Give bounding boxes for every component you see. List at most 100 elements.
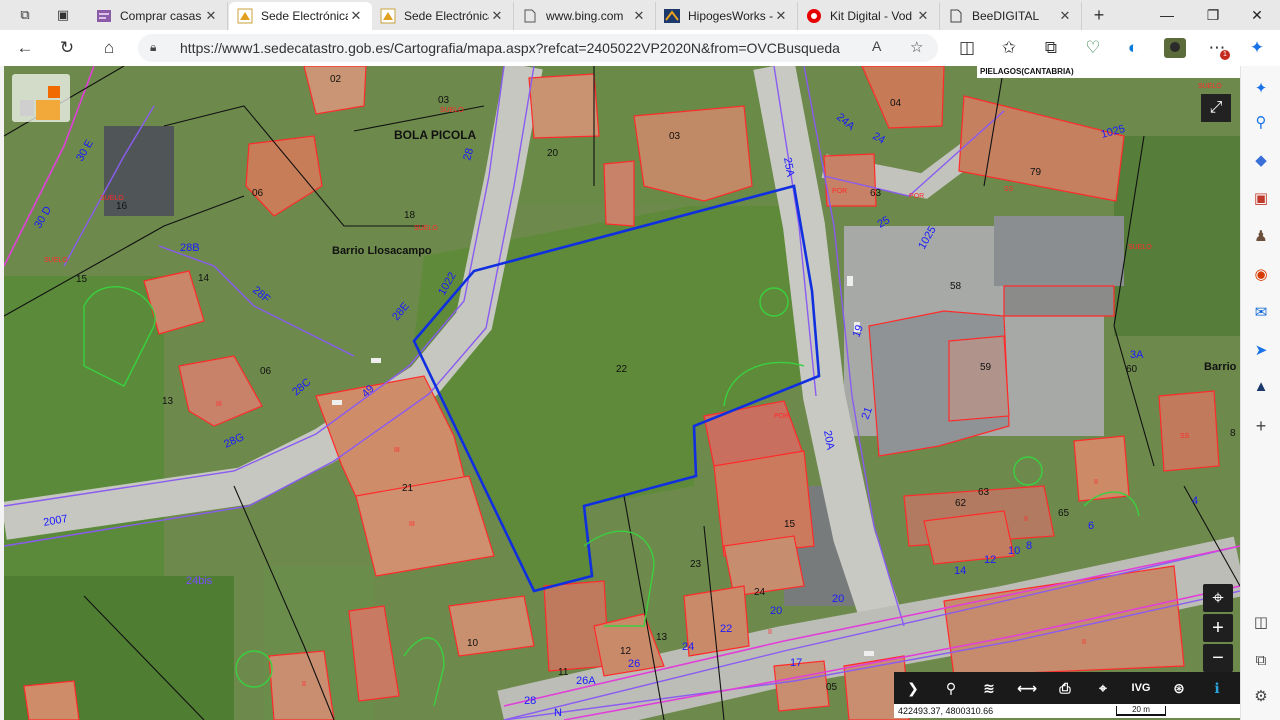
street-number-17: 17 [790, 657, 802, 669]
profile-avatar[interactable] [1162, 36, 1188, 60]
collapse-toolbar-button[interactable]: ❯ [894, 672, 932, 704]
parcel-number-8: 8 [1230, 428, 1236, 439]
restore-button[interactable]: ❐ [1190, 0, 1236, 30]
outlook-icon[interactable]: ✉ [1247, 298, 1275, 326]
tab-title: Sede Electrónica [404, 9, 489, 23]
minimize-button[interactable]: — [1144, 0, 1190, 30]
split-screen-icon[interactable]: ◫ [954, 36, 980, 60]
close-window-button[interactable]: ✕ [1234, 0, 1280, 30]
bike-button[interactable]: ⊛ [1160, 672, 1198, 704]
office-icon[interactable]: ◉ [1247, 260, 1275, 288]
shopping-tag-icon[interactable]: ◆ [1247, 146, 1275, 174]
close-tab-icon[interactable]: ✕ [348, 8, 364, 24]
browser-essentials-icon[interactable]: ♡ [1080, 36, 1106, 60]
tab-kit-digital[interactable]: Kit Digital - Vod ✕ [798, 2, 940, 30]
tab-title: Comprar casas e [120, 9, 203, 23]
close-tab-icon[interactable]: ✕ [631, 8, 647, 24]
map-canvas[interactable]: BOLA PICOLA Barrio Llosacampo Barrio 22 … [4, 66, 1240, 720]
tab-beedigital[interactable]: BeeDIGITAL ✕ [940, 2, 1082, 30]
zoom-out-button[interactable]: − [1203, 644, 1233, 672]
fullscreen-button[interactable]: ⤢ [1201, 94, 1231, 122]
parcel-number-10: 10 [467, 638, 479, 649]
tab-comprar-casas[interactable]: Comprar casas e ✕ [88, 2, 228, 30]
home-button[interactable]: ⌂ [96, 36, 122, 60]
games-chess-icon[interactable]: ♟ [1247, 222, 1275, 250]
copilot-button[interactable]: ✦ [1244, 36, 1270, 60]
address-bar[interactable]: 🔒︎ https://www1.sedecatastro.gob.es/Cart… [138, 34, 938, 62]
street-number-3a: 3A [1130, 349, 1144, 361]
land-use-label: SUELO [44, 257, 68, 264]
floors-label: II [1082, 639, 1086, 646]
tab-title: Sede Electrónica [261, 9, 348, 23]
catastro-logo [12, 74, 70, 122]
collections-icon[interactable]: ⧉ [1038, 36, 1064, 60]
edge-extension-icon[interactable]: ◐ [1120, 36, 1146, 60]
refresh-button[interactable]: ↻ [54, 36, 80, 60]
send-icon[interactable]: ➤ [1247, 336, 1275, 364]
info-button[interactable]: ℹ [1198, 672, 1236, 704]
url-text[interactable]: https://www1.sedecatastro.gob.es/Cartogr… [180, 40, 840, 56]
parcel-number-59: 59 [980, 362, 992, 373]
favorite-star-icon[interactable]: ☆ [910, 38, 923, 56]
municipality-label: PIELAGOS(CANTABRIA) [977, 66, 1240, 78]
settings-more-button[interactable]: ⋯ 1 [1204, 36, 1230, 60]
tab-sede-electronica[interactable]: Sede Electrónica ✕ [372, 2, 514, 30]
sidebar-search-icon[interactable]: ⚲ [1247, 108, 1275, 136]
close-tab-icon[interactable]: ✕ [915, 8, 931, 24]
tab-strip: ⧉ ▣ Comprar casas e ✕ Sede Electrónica ✕… [0, 0, 1280, 30]
tab-actions-icon[interactable]: ▣ [52, 4, 74, 26]
street-number-10: 10 [1008, 545, 1020, 557]
bike-icon: ⊛ [1173, 679, 1185, 696]
zoom-in-button[interactable]: + [1203, 614, 1233, 642]
close-tab-icon[interactable]: ✕ [1057, 8, 1073, 24]
lock-icon[interactable]: 🔒︎ [150, 40, 156, 55]
catastro-favicon-icon [237, 8, 253, 24]
coordinates-button[interactable]: ⌖ [1084, 672, 1122, 704]
parcel-number-58: 58 [950, 281, 962, 292]
parcel-number-18: 18 [404, 210, 416, 221]
ivg-button[interactable]: IVG [1122, 672, 1160, 704]
porch-label: POR [909, 193, 924, 200]
back-button[interactable]: ← [12, 36, 38, 60]
search-map-button[interactable]: ⚲ [932, 672, 970, 704]
parcel-number-62: 62 [955, 498, 967, 509]
parcel-number-12: 12 [620, 646, 632, 657]
hipoges-icon[interactable]: ▲ [1247, 372, 1275, 400]
tools-briefcase-icon[interactable]: ▣ [1247, 184, 1275, 212]
parcel-number-20: 20 [547, 148, 559, 159]
measure-button[interactable]: ⟷ [1008, 672, 1046, 704]
locate-button[interactable]: ⌖ [1203, 584, 1233, 612]
close-tab-icon[interactable]: ✕ [489, 8, 505, 24]
street-number-20: 20 [832, 593, 844, 605]
open-external-icon[interactable]: ⧉ [1247, 646, 1275, 674]
workspaces-icon[interactable]: ⧉ [14, 4, 36, 26]
street-number-26a: 26A [576, 675, 596, 687]
info-icon: ℹ [1214, 679, 1220, 696]
tab-hipoges[interactable]: HipogesWorks - ✕ [656, 2, 798, 30]
chevron-right-icon: ❯ [907, 679, 919, 696]
layers-button[interactable]: ≋ [970, 672, 1008, 704]
add-sidebar-app-icon[interactable]: + [1247, 412, 1275, 440]
ivg-label: IVG [1131, 682, 1151, 694]
parcel-number-63b: 63 [870, 188, 882, 199]
street-number-28b: 28B [180, 242, 200, 254]
close-tab-icon[interactable]: ✕ [203, 8, 219, 24]
split-view-icon[interactable]: ◫ [1247, 608, 1275, 636]
parcel-number-21: 21 [402, 483, 414, 494]
new-tab-button[interactable]: + [1088, 4, 1110, 26]
land-use-label: SUELO [1198, 83, 1222, 90]
land-use-label: SUELO [1128, 244, 1152, 251]
close-tab-icon[interactable]: ✕ [773, 8, 789, 24]
sidebar-settings-icon[interactable]: ⚙ [1247, 682, 1275, 710]
catastro-favicon-icon [380, 8, 396, 24]
hipoges-favicon-icon [664, 8, 680, 24]
copilot-icon[interactable]: ✦ [1247, 74, 1275, 102]
tab-bing[interactable]: www.bing.com ✕ [514, 2, 656, 30]
cadastre-map[interactable]: BOLA PICOLA Barrio Llosacampo Barrio 22 … [4, 66, 1240, 720]
tab-sede-electronica-active[interactable]: Sede Electrónica ✕ [229, 2, 372, 30]
print-button[interactable]: ⎙ [1046, 672, 1084, 704]
parcel-number-60: 60 [1126, 364, 1138, 375]
read-aloud-icon[interactable]: A [872, 38, 881, 54]
favorites-icon[interactable]: ✩ [996, 36, 1022, 60]
notification-badge: 1 [1220, 50, 1230, 60]
